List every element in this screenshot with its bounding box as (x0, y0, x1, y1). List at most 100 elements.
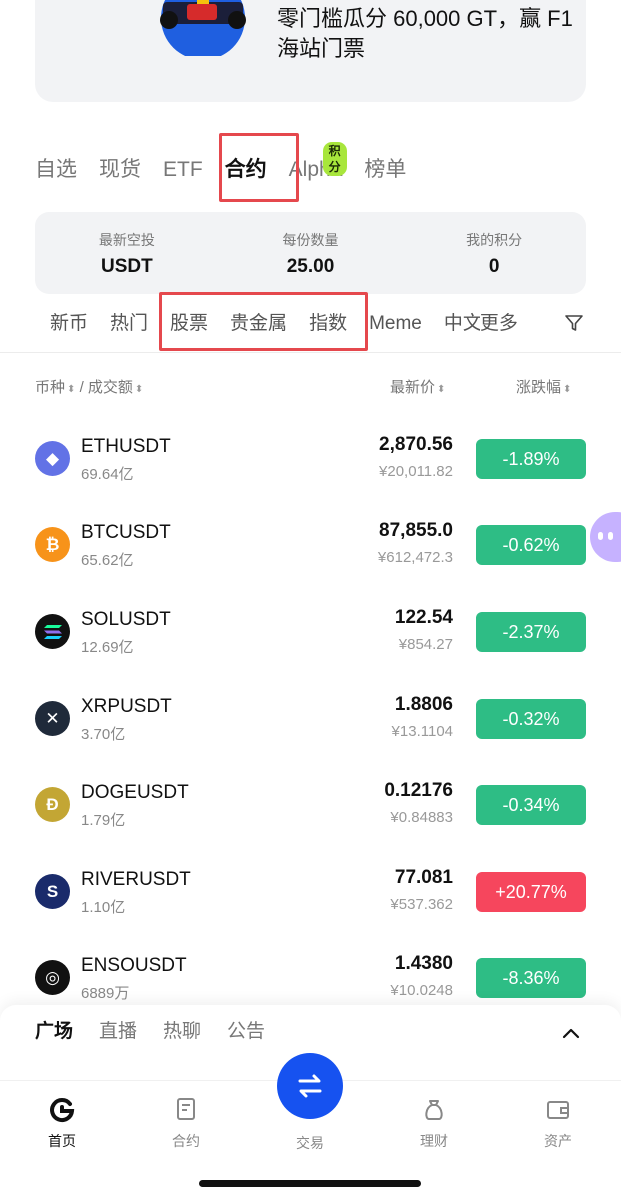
sort-icon: ⬍ (67, 384, 76, 395)
subtab-index[interactable]: 指数 (309, 306, 347, 342)
row-volume: 3.70亿 (81, 726, 126, 743)
subtab-new[interactable]: 新币 (50, 306, 88, 342)
nav-futures[interactable]: 合约 (146, 1091, 226, 1151)
chevron-up-icon[interactable] (560, 1022, 582, 1044)
row-cny-price: ¥537.362 (390, 896, 453, 913)
row-price: 0.12176 (384, 780, 453, 801)
tab-alpha[interactable]: Alpha 积分 (289, 142, 347, 190)
subtab-meme[interactable]: Meme (369, 306, 422, 342)
change-badge[interactable]: -2.37% (476, 612, 586, 652)
assistant-eye (598, 532, 603, 540)
airdrop-points: 我的积分 0 (402, 212, 586, 294)
sort-icon: ⬍ (563, 384, 572, 395)
airdrop-points-label: 我的积分 (466, 232, 523, 248)
row-price: 2,870.56 (379, 434, 453, 455)
sort-coin-volume[interactable]: 币种 ⬍ / 成交额 ⬍ (35, 376, 143, 397)
row-volume: 1.10亿 (81, 899, 126, 916)
row-symbol: RIVERUSDT (81, 869, 191, 890)
row-volume: 6889万 (81, 985, 130, 1002)
banner-title: 零门槛瓜分 60,000 GT，赢 F1 海站门票 (277, 4, 573, 64)
subtab-more[interactable]: 更多 (480, 306, 518, 342)
row-cny-price: ¥612,472.3 (377, 549, 453, 566)
nav-finance[interactable]: 理财 (394, 1091, 474, 1151)
row-price: 77.081 (394, 867, 453, 888)
tab-spot[interactable]: 现货 (99, 150, 141, 190)
money-bag-icon (425, 1100, 443, 1120)
divider (0, 352, 621, 353)
solana-glyph (43, 624, 62, 639)
sort-icon: ⬍ (437, 384, 446, 395)
sort-icon: ⬍ (134, 384, 144, 395)
row-symbol: BTCUSDT (81, 522, 171, 543)
row-symbol: XRPUSDT (81, 696, 172, 717)
tab-hot-chat[interactable]: 热聊 (163, 1018, 201, 1046)
sort-price[interactable]: 最新价 ⬍ (390, 376, 445, 397)
row-symbol: ENSOUSDT (81, 955, 187, 976)
change-badge[interactable]: -0.62% (476, 525, 586, 565)
square-tabs: 广场 直播 热聊 公告 (35, 1018, 291, 1046)
ticker-row[interactable]: ✕ XRPUSDT 3.70亿 1.8806 ¥13.1104 -0.32% (0, 682, 621, 768)
tab-futures[interactable]: 合约 (225, 150, 267, 190)
race-car-image (160, 0, 246, 56)
subtab-stocks[interactable]: 股票 (170, 306, 208, 342)
row-price: 122.54 (394, 607, 453, 628)
airdrop-latest-value: USDT (100, 256, 153, 277)
tab-announcements[interactable]: 公告 (227, 1018, 265, 1046)
tab-etf[interactable]: ETF (163, 150, 203, 190)
airdrop-latest-label: 最新空投 (98, 232, 155, 248)
change-badge[interactable]: -0.32% (476, 699, 586, 739)
subtab-chinese[interactable]: 中文 (444, 306, 480, 342)
row-price: 1.8806 (394, 694, 453, 715)
assistant-eye (608, 532, 613, 540)
tab-square[interactable]: 广场 (35, 1018, 73, 1046)
ticker-row[interactable]: SOLUSDT 12.69亿 122.54 ¥854.27 -2.37% (0, 595, 621, 681)
enso-icon: ◎ (35, 960, 70, 995)
home-icon (50, 1098, 75, 1123)
tab-live[interactable]: 直播 (99, 1018, 137, 1046)
xrp-icon: ✕ (35, 701, 70, 736)
change-badge[interactable]: -8.36% (476, 958, 586, 998)
row-cny-price: ¥854.27 (398, 636, 453, 653)
ticker-row[interactable]: Ð DOGEUSDT 1.79亿 0.12176 ¥0.84883 -0.34% (0, 768, 621, 854)
points-badge: 积分 (322, 142, 347, 176)
tab-rankings[interactable]: 榜单 (364, 150, 406, 190)
row-cny-price: ¥10.0248 (390, 982, 453, 999)
change-badge[interactable]: +20.77% (476, 872, 586, 912)
market-tabs: 自选 现货 ETF 合约 Alpha 积分 榜单 (35, 142, 428, 190)
header-volume: / 成交额 (79, 379, 133, 396)
airdrop-amount-value: 25.00 (286, 256, 335, 277)
banner-text-line2: 海站门票 (277, 36, 366, 61)
row-symbol: DOGEUSDT (81, 782, 189, 803)
ticker-row[interactable]: ◆ ETHUSDT 69.64亿 2,870.56 ¥20,011.82 -1.… (0, 422, 621, 508)
change-badge[interactable]: -0.34% (476, 785, 586, 825)
subtab-precious-metals[interactable]: 贵金属 (230, 306, 287, 342)
nav-futures-label: 合约 (172, 1133, 200, 1149)
promo-banner[interactable]: 零门槛瓜分 60,000 GT，赢 F1 海站门票 (35, 0, 586, 102)
sort-change[interactable]: 涨跌幅 ⬍ (516, 376, 571, 397)
ticker-row[interactable]: S RIVERUSDT 1.10亿 77.081 ¥537.362 +20.77… (0, 855, 621, 941)
nav-trade-label: 交易 (296, 1135, 324, 1151)
wallet-icon (547, 1101, 569, 1119)
subtab-hot[interactable]: 热门 (110, 306, 148, 342)
trade-button[interactable] (277, 1053, 343, 1119)
nav-home-label: 首页 (48, 1133, 76, 1149)
airdrop-card[interactable]: 最新空投 USDT 每份数量 25.00 我的积分 0 (35, 212, 586, 294)
airdrop-amount: 每份数量 25.00 (219, 212, 403, 294)
home-indicator (199, 1180, 421, 1187)
row-volume: 1.79亿 (81, 812, 126, 829)
nav-home[interactable]: 首页 (22, 1091, 102, 1151)
nav-finance-label: 理财 (420, 1133, 448, 1149)
row-cny-price: ¥0.84883 (390, 809, 453, 826)
filter-icon[interactable] (564, 313, 584, 333)
airdrop-latest: 最新空投 USDT (35, 212, 219, 294)
row-volume: 12.69亿 (81, 639, 134, 656)
change-badge[interactable]: -1.89% (476, 439, 586, 479)
swap-arrows-icon (298, 1074, 322, 1098)
row-volume: 65.62亿 (81, 552, 134, 569)
solana-icon (35, 614, 70, 649)
river-icon: S (35, 874, 70, 909)
ticker-row[interactable]: ₿ BTCUSDT 65.62亿 87,855.0 ¥612,472.3 -0.… (0, 508, 621, 594)
nav-assets[interactable]: 资产 (518, 1091, 598, 1151)
tab-favorites[interactable]: 自选 (35, 150, 77, 190)
row-price: 87,855.0 (379, 520, 453, 541)
